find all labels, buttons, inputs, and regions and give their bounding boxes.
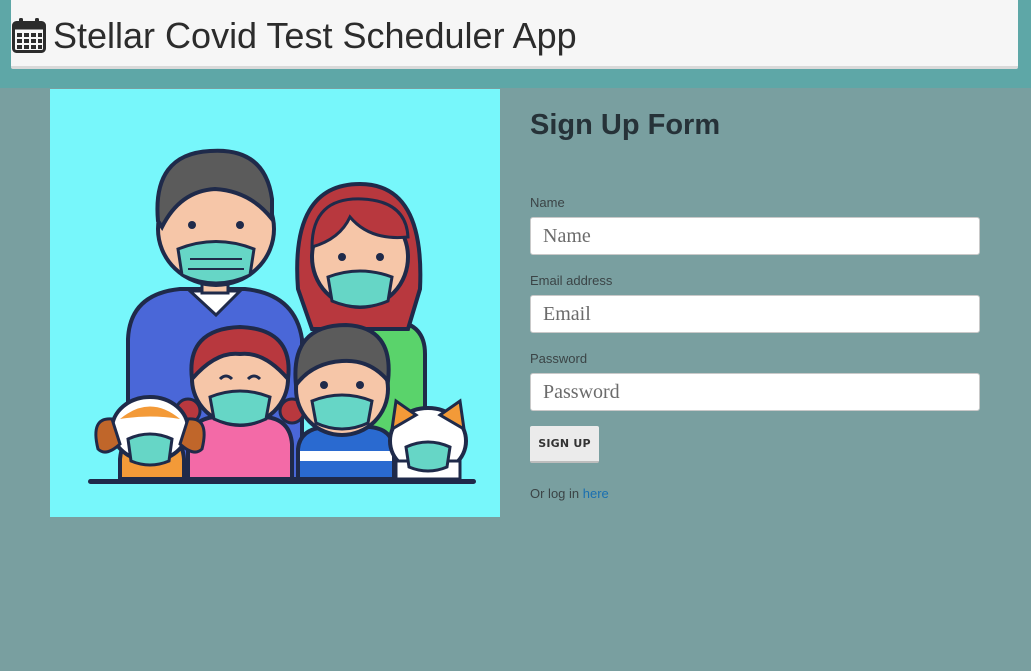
login-prompt-text: Or log in xyxy=(530,486,580,501)
login-link[interactable]: here xyxy=(583,486,609,501)
family-with-masks-illustration xyxy=(50,89,500,517)
navbar: Stellar Covid Test Scheduler App xyxy=(11,0,1018,69)
login-prompt: Or log in here xyxy=(530,486,609,501)
password-label: Password xyxy=(530,351,588,366)
signup-form: Sign Up Form Name Email address Password… xyxy=(530,100,980,501)
sign-up-button[interactable]: SIGN UP xyxy=(530,426,599,463)
name-input[interactable] xyxy=(530,217,980,255)
calendar-icon xyxy=(12,18,46,53)
form-title: Sign Up Form xyxy=(530,109,721,141)
name-label: Name xyxy=(530,195,565,210)
password-input[interactable] xyxy=(530,373,980,411)
app-title: Stellar Covid Test Scheduler App xyxy=(53,15,577,56)
email-input[interactable] xyxy=(530,295,980,333)
email-label: Email address xyxy=(530,273,613,288)
